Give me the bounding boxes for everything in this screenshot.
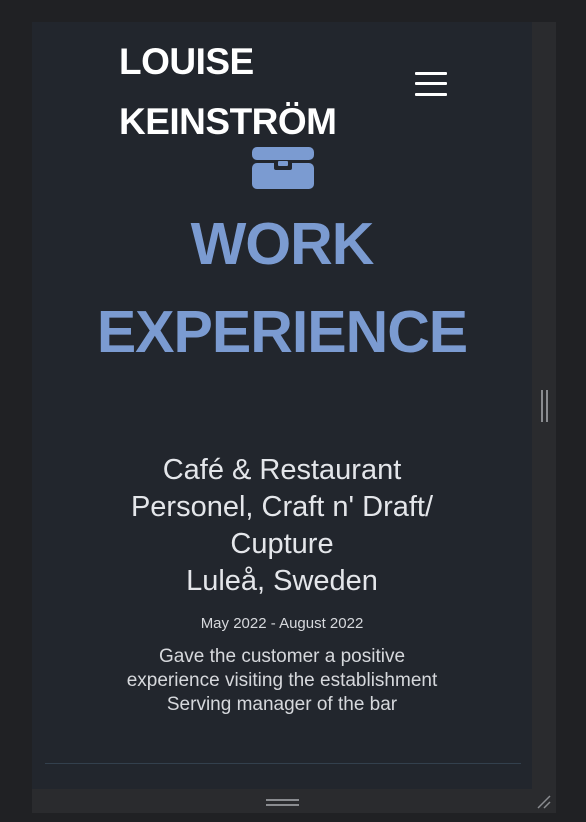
resize-corner-icon[interactable] (536, 794, 552, 810)
job-title-line-2: Personel, Craft n' Draft/ (130, 491, 434, 523)
horizontal-resize-handle-icon[interactable] (266, 799, 299, 807)
brand-name[interactable]: LOUISE KEINSTRÖM (119, 32, 337, 152)
grip-line (541, 390, 543, 422)
brand-line-2: KEINSTRÖM (119, 101, 337, 142)
job-description: Gave the customer a positive experience … (32, 645, 532, 717)
hamburger-menu-icon[interactable] (415, 72, 447, 96)
job-entry: Café & Restaurant Personel, Craft n' Dra… (32, 452, 532, 717)
job-location: Luleå, Sweden (186, 565, 378, 597)
menu-bar-bottom (415, 93, 447, 96)
job-dates: May 2022 - August 2022 (200, 615, 364, 632)
grip-line (546, 390, 548, 422)
section-title-line-1: WORK (190, 211, 375, 277)
job-description-line-2: experience visiting the establishment (126, 670, 438, 691)
grip-line (266, 804, 299, 806)
job-description-line-3: Serving manager of the bar (166, 694, 398, 715)
section-divider (45, 763, 521, 764)
job-title: Café & Restaurant Personel, Craft n' Dra… (32, 452, 532, 563)
page-viewport: LOUISE KEINSTRÖM WORK EXPERIENCE Café & … (32, 22, 532, 789)
menu-bar-middle (415, 82, 447, 85)
menu-bar-top (415, 72, 447, 75)
brand-line-1: LOUISE (119, 41, 254, 82)
job-title-line-3: Cupture (230, 528, 334, 560)
briefcase-icon (252, 147, 314, 189)
vertical-resize-handle-icon[interactable] (541, 390, 548, 422)
section-title: WORK EXPERIENCE (32, 200, 532, 376)
grip-line (266, 799, 299, 801)
job-description-line-1: Gave the customer a positive (158, 646, 406, 667)
job-title-line-1: Café & Restaurant (162, 454, 402, 486)
section-title-line-2: EXPERIENCE (96, 299, 468, 365)
